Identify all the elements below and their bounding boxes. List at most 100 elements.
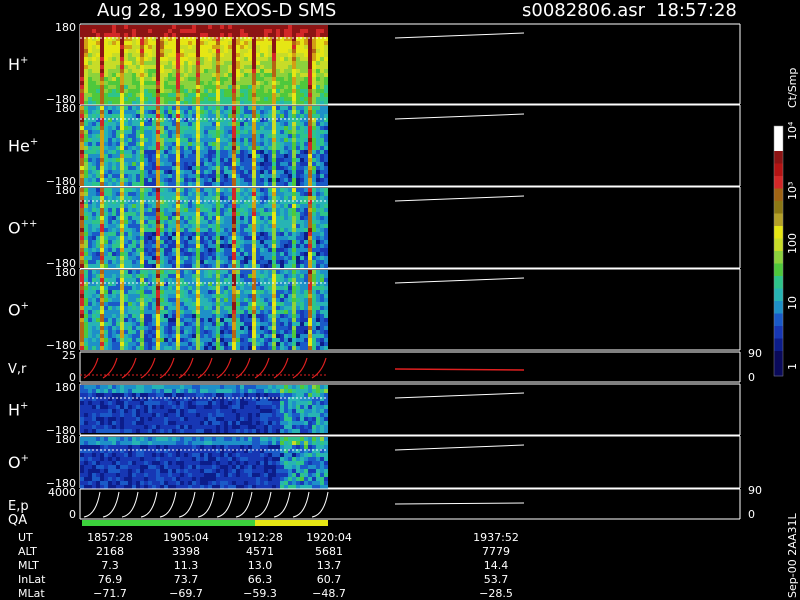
panel-label: He+ bbox=[8, 137, 38, 156]
energy-trace bbox=[140, 491, 158, 518]
colorbar-segment bbox=[774, 176, 783, 189]
qa-good-segment bbox=[82, 520, 255, 526]
spectrogram-cells bbox=[80, 270, 328, 350]
colorbar-segment bbox=[774, 276, 783, 289]
qa-bar bbox=[82, 520, 328, 526]
colorbar-segment bbox=[774, 288, 783, 302]
table-cell: 2168 bbox=[96, 545, 124, 558]
ytick-top: 180 bbox=[55, 266, 76, 279]
table-cell: 66.3 bbox=[248, 573, 273, 586]
plot-title: Aug 28, 1990 EXOS-D SMS bbox=[97, 0, 336, 21]
table-cell: 11.3 bbox=[174, 559, 199, 572]
panel-label-sup: + bbox=[20, 401, 28, 412]
panel-6: O+180−180 bbox=[8, 433, 741, 490]
table-cell: 7779 bbox=[482, 545, 510, 558]
table-cell: 1857:28 bbox=[87, 531, 133, 544]
ytick-top: 180 bbox=[55, 21, 76, 34]
plot-canvas: Aug 28, 1990 EXOS-D SMS s0082806.asr 18:… bbox=[8, 0, 799, 600]
colorbar-unit: Ct/Smp bbox=[786, 68, 799, 108]
panel-label: V,r bbox=[8, 362, 27, 377]
energy-trend bbox=[394, 502, 525, 505]
ytick-top: 180 bbox=[55, 184, 76, 197]
table-cell: 5681 bbox=[315, 545, 343, 558]
colorbar-segment bbox=[774, 238, 783, 252]
energy-trace bbox=[178, 491, 196, 518]
ytick-top: 180 bbox=[55, 381, 76, 394]
colorbar-segment bbox=[774, 138, 783, 152]
panels-layer: H+180−180He+180−180O++180−180O+180−180V,… bbox=[8, 21, 762, 528]
energy-trace bbox=[121, 491, 139, 518]
table-row-label: InLat bbox=[18, 573, 46, 586]
ytick-bottom: 0 bbox=[69, 508, 76, 521]
trend-line bbox=[394, 195, 525, 202]
file-name: s0082806.asr bbox=[522, 0, 646, 21]
velocity-trace bbox=[83, 357, 99, 379]
qa-warn-segment bbox=[255, 520, 328, 526]
table-cell: −69.7 bbox=[169, 587, 203, 600]
velocity-trace bbox=[159, 357, 175, 379]
panel-label: H+ bbox=[8, 55, 28, 74]
table-cell: 1937:52 bbox=[473, 531, 519, 544]
table-cell: 13.7 bbox=[317, 559, 342, 572]
colorbar: Ct/Smp 10⁴ 10³ 100 10 1 Sep-00 2AA31L bbox=[773, 68, 799, 598]
energy-trace bbox=[235, 491, 253, 518]
right-tick-top: 90 bbox=[748, 484, 762, 497]
table-cell: 73.7 bbox=[174, 573, 199, 586]
file-time: 18:57:28 bbox=[656, 0, 737, 21]
colorbar-label: 10³ bbox=[786, 182, 799, 200]
colorbar-segment bbox=[774, 126, 783, 139]
ytick-top: 4000 bbox=[48, 486, 76, 499]
panel-label: O+ bbox=[8, 453, 29, 472]
panel-label: O++ bbox=[8, 219, 37, 238]
right-tick-bottom: 0 bbox=[748, 371, 755, 384]
table-cell: 53.7 bbox=[484, 573, 509, 586]
colorbar-label: 10⁴ bbox=[786, 121, 799, 140]
spectrogram-cells bbox=[80, 25, 328, 105]
colorbar-segment bbox=[774, 163, 783, 177]
panel-2: O++180−180 bbox=[8, 184, 741, 270]
exos-d-sms-plot: Aug 28, 1990 EXOS-D SMS s0082806.asr 18:… bbox=[0, 0, 800, 600]
panel-label: E,p bbox=[8, 499, 29, 514]
energy-trace bbox=[254, 491, 272, 518]
table-cell: 60.7 bbox=[317, 573, 342, 586]
table-cell: 7.3 bbox=[101, 559, 119, 572]
trend-line bbox=[394, 277, 525, 284]
table-row-label: MLT bbox=[18, 559, 39, 572]
panel-label: H+ bbox=[8, 401, 28, 420]
velocity-trend bbox=[394, 368, 525, 371]
colorbar-segment bbox=[774, 301, 783, 314]
panel-1: He+180−180 bbox=[8, 102, 741, 188]
colorbar-label: 10 bbox=[786, 296, 799, 310]
table-cell: 1920:04 bbox=[306, 531, 352, 544]
spectrogram-cells bbox=[80, 385, 328, 433]
panel-label-sup: + bbox=[20, 55, 28, 66]
ytick-top: 180 bbox=[55, 433, 76, 446]
trend-line bbox=[394, 392, 525, 399]
colorbar-segment bbox=[774, 338, 783, 352]
table-cell: 4571 bbox=[246, 545, 274, 558]
table-row-label: ALT bbox=[18, 545, 37, 558]
colorbar-segment bbox=[774, 201, 783, 214]
colorbar-segment bbox=[774, 251, 783, 264]
ephemeris-table: UT 1857:28 1905:04 1912:28 1920:04 1937:52 ALT… bbox=[18, 531, 519, 600]
panel-7: E,p 4000 0 90 0 bbox=[8, 484, 762, 521]
energy-trace bbox=[292, 491, 310, 518]
colorbar-segment bbox=[774, 151, 783, 164]
ytick-top: 180 bbox=[55, 102, 76, 115]
velocity-trace bbox=[235, 357, 251, 379]
table-cell: −59.3 bbox=[243, 587, 277, 600]
qa-label: QA bbox=[8, 513, 27, 528]
colorbar-segment bbox=[774, 351, 783, 364]
right-tick-top: 90 bbox=[748, 347, 762, 360]
table-cell: 1905:04 bbox=[163, 531, 209, 544]
energy-trace bbox=[216, 491, 234, 518]
colorbar-segment bbox=[774, 213, 783, 227]
colorbar-segment bbox=[774, 363, 783, 377]
table-cell: −71.7 bbox=[93, 587, 127, 600]
right-tick-bottom: 0 bbox=[748, 508, 755, 521]
table-cell: −48.7 bbox=[312, 587, 346, 600]
table-row-label: MLat bbox=[18, 587, 45, 600]
panel-label-sup: ++ bbox=[21, 219, 38, 230]
trend-line bbox=[394, 32, 525, 39]
energy-traces bbox=[83, 491, 329, 518]
